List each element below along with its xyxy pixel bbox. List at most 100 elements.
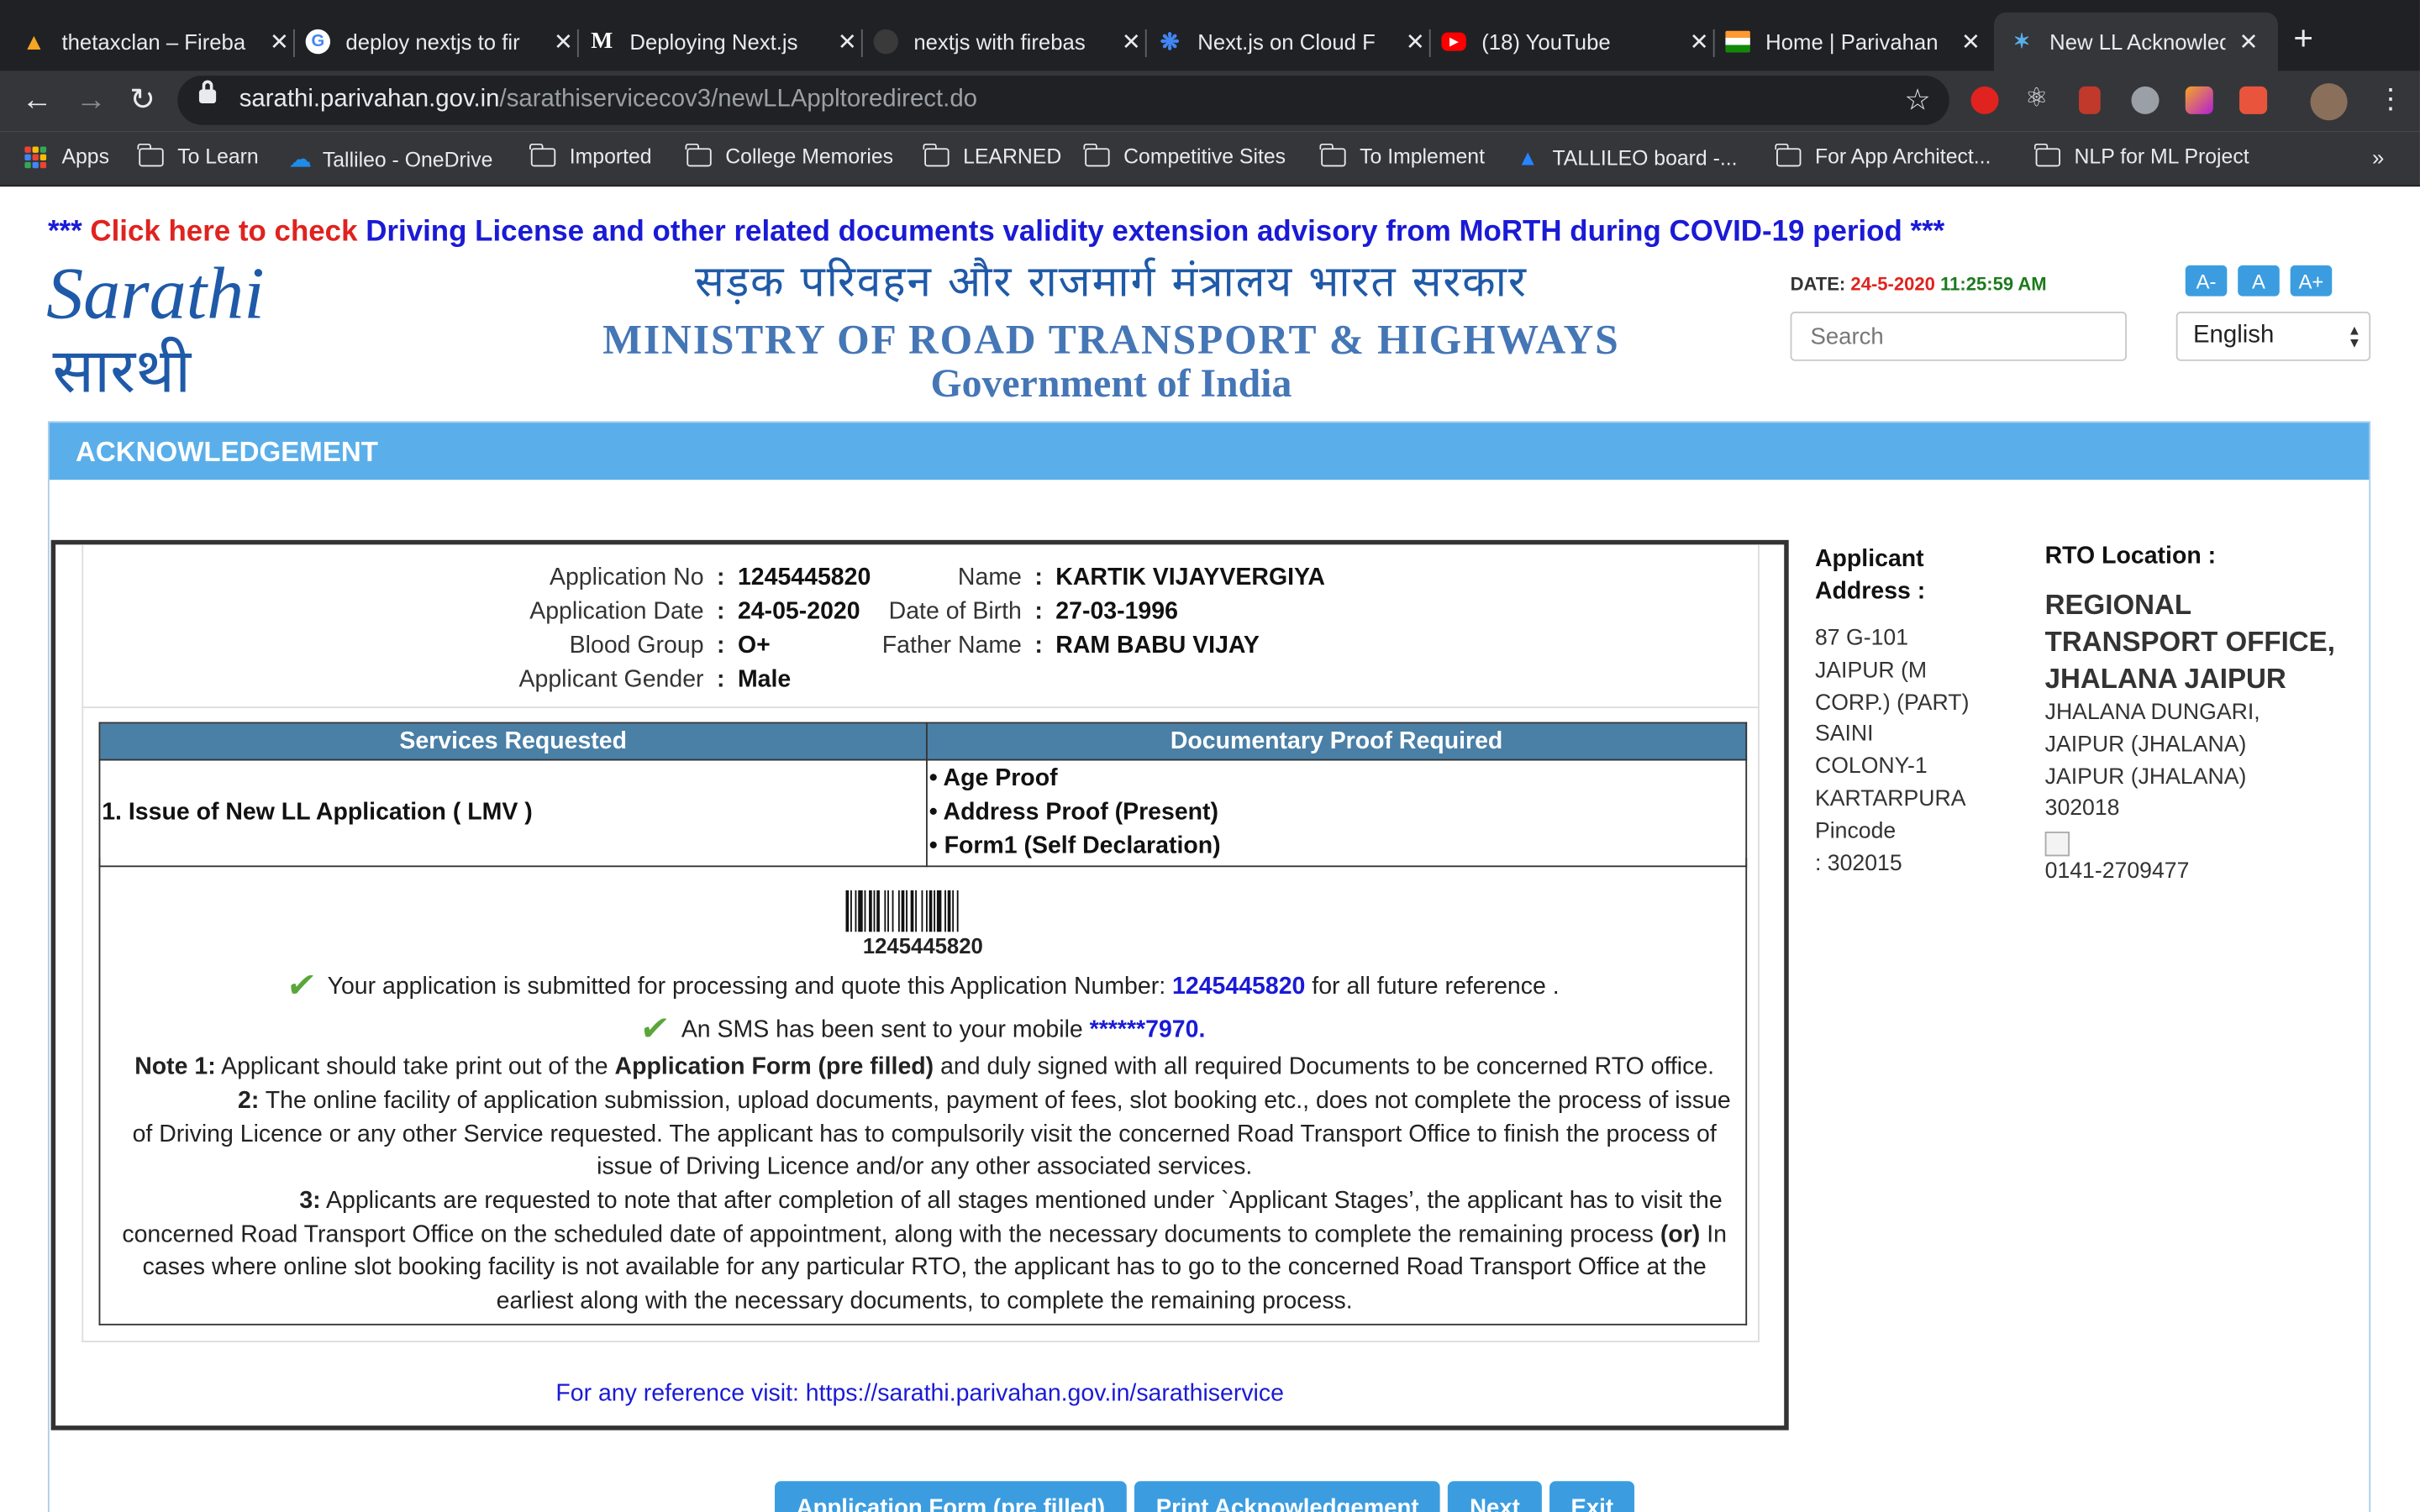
gradient-extension-icon[interactable] [2185,86,2213,114]
bookmark-imported[interactable]: Imported [529,142,652,168]
bookmark-nlp-project[interactable]: NLP for ML Project [2034,142,2249,168]
close-icon[interactable]: ✕ [834,28,861,55]
print-acknowledgement-button[interactable]: Print Acknowledgement [1134,1481,1441,1512]
normal-font-button[interactable]: A [2238,265,2280,297]
date-display: DATE: 24-5-2020 11:25:59 AM [1790,273,2047,295]
services-header: Services Requested [98,722,928,761]
logo-english-text: Sarathi [46,253,265,334]
back-icon[interactable]: ← [22,83,53,117]
tab-title: Next.js on Cloud F [1197,29,1376,55]
close-icon[interactable]: ✕ [550,28,577,55]
profile-avatar[interactable] [2310,83,2348,121]
panel-title: ACKNOWLEDGEMENT [49,423,2370,480]
close-icon[interactable]: ✕ [1118,28,1145,55]
tab-title: New LL Acknowled [2049,29,2226,55]
next-button[interactable]: Next [1448,1481,1542,1512]
government-title: Government of India [930,360,1292,407]
tab-parivahan[interactable]: Home | Parivahan ✕ [1725,13,1985,71]
barcode-number: 1245445820 [862,933,983,958]
reference-link[interactable]: For any reference visit: https://sarathi… [55,1381,1784,1409]
service-requested: 1. Issue of New LL Application ( LMV ) [98,759,928,868]
detail-dob: Date of Birth:27-03-1996 [888,598,1178,625]
tab-title: (18) YouTube [1481,29,1611,55]
tab-github[interactable]: nextjs with firebas ✕ [873,13,1147,71]
tab-medium[interactable]: M Deploying Next.js ✕ [590,13,863,71]
bookmark-tallileo-onedrive[interactable]: ☁ Tallileo - OneDrive [288,145,492,172]
page: *** Click here to check Driving License … [0,186,2420,1512]
medium-icon: M [591,28,613,54]
note-2: 2: The online facility of application su… [132,1087,1731,1181]
application-form-button[interactable]: Application Form (pre filled) [775,1481,1127,1512]
tab-title: deploy nextjs to fir [345,29,520,55]
bookmark-to-implement[interactable]: To Implement [1320,142,1485,168]
detail-father-name: Father Name: RAM BABU VIJAY [881,633,1260,659]
address-bar[interactable]: sarathi.parivahan.gov.in/sarathiservicec… [177,75,1949,125]
translate-extension-icon[interactable] [2239,86,2268,114]
folder-icon [529,142,556,166]
tab-google-search[interactable]: G deploy nextjs to fir ✕ [305,13,579,71]
folder-icon [1084,142,1110,166]
applicant-address: Applicant Address : 87 G-101 JAIPUR (M COR… [1815,543,2000,880]
tab-new-ll-acknowledgement[interactable]: ✶ New LL Acknowled ✕ [1994,12,2278,71]
new-tab-icon[interactable]: + [2293,21,2313,55]
detail-gender: Applicant Gender: Male [518,666,792,693]
exit-button[interactable]: Exit [1549,1481,1635,1512]
sarathi-icon: ✶ [2013,29,2031,53]
rto-location: RTO Location : REGIONAL TRANSPORT OFFICE… [2044,543,2354,889]
color-picker-extension-icon[interactable] [2131,86,2160,114]
bookmark-apps[interactable]: Apps [24,145,109,168]
close-icon[interactable]: ✕ [1957,28,1985,55]
sarathi-logo[interactable]: Sarathi सारथी [46,252,278,407]
address-heading: Applicant Address : [1814,546,1926,605]
folder-icon [1775,142,1802,166]
tab-cloud-functions[interactable]: ❋ Next.js on Cloud F ✕ [1158,13,1431,71]
bookmark-to-learn[interactable]: To Learn [138,142,259,168]
more-bookmarks-icon[interactable]: » [2372,145,2384,170]
detail-application-date: Application Date:24-05-2020 [529,598,860,625]
folder-icon [1320,142,1346,166]
ministry-banner: सड़क परिवहन और राजमार्ग मंत्रालय भारत सर… [587,251,1636,407]
phone-image-icon [2044,832,2070,857]
google-icon: G [305,29,331,55]
bookmark-learned[interactable]: LEARNED [923,142,1061,168]
rto-office-name: REGIONAL TRANSPORT OFFICE, JHALANA JAIPU… [2044,589,2335,695]
browser-toolbar: ← → ↻ sarathi.parivahan.gov.in/sarathise… [0,71,2420,132]
covid-advisory-link[interactable]: *** Click here to check Driving License … [48,216,1944,249]
menu-icon[interactable]: ⋮ [2377,85,2405,113]
decrease-font-button[interactable]: A- [2185,265,2228,297]
url-text: sarathi.parivahan.gov.in/sarathiservicec… [239,86,978,113]
action-buttons: Application Form (pre filled) Print Ackn… [775,1481,1635,1512]
close-icon[interactable]: ✕ [2235,28,2263,55]
bookmark-competitive-sites[interactable]: Competitive Sites [1084,142,1286,168]
detail-name: Name: KARTIK VIJAYVERGIYA [957,564,1325,591]
close-icon[interactable]: ✕ [1686,28,1713,55]
proof-item: • Address Proof (Present) [929,799,1219,826]
bookmark-college-memories[interactable]: College Memories [686,142,893,168]
close-icon[interactable]: ✕ [266,28,293,55]
react-devtools-icon[interactable]: ⚛ [2025,83,2053,113]
proof-header: Documentary Proof Required [926,722,1748,761]
close-icon[interactable]: ✕ [1402,28,1429,55]
tab-firebase[interactable]: ▲ thetaxclan – Fireba ✕ [22,13,295,71]
tab-title: Deploying Next.js [629,29,798,55]
increase-font-button[interactable]: A+ [2290,265,2333,297]
adblock-extension-icon[interactable] [1970,86,1999,114]
submitted-message: ✔ Your application is submitted for proce… [283,965,1560,1005]
tab-strip: ▲ thetaxclan – Fireba ✕ G deploy nextjs … [0,0,2420,71]
note-3: 3: Applicants are requested to note that… [122,1188,1727,1315]
messages-box: 1245445820 ✔ Your application is submitte… [98,858,1748,1326]
bookmark-extension-icon[interactable] [2079,86,2101,114]
bookmark-tallileo-board[interactable]: ▲ TALLILEO board -... [1517,145,1737,170]
bookmark-app-architect[interactable]: For App Architect... [1775,142,1991,168]
font-size-controls: A- A A+ [2185,265,2333,297]
barcode-image [845,890,959,932]
bookmark-star-icon[interactable]: ☆ [1904,83,1930,118]
proof-item: • Age Proof [929,765,1058,792]
reload-icon[interactable]: ↻ [129,83,155,117]
search-input[interactable]: Search [1790,312,2127,361]
bookmarks-bar: Apps To Learn ☁ Tallileo - OneDrive Impor… [0,131,2420,187]
rto-heading: RTO Location : [2044,543,2217,570]
tab-youtube[interactable]: ▶ (18) YouTube ✕ [1441,13,1715,71]
forward-icon[interactable]: → [76,83,107,117]
language-select[interactable]: English ▲ ▼ [2175,312,2371,361]
